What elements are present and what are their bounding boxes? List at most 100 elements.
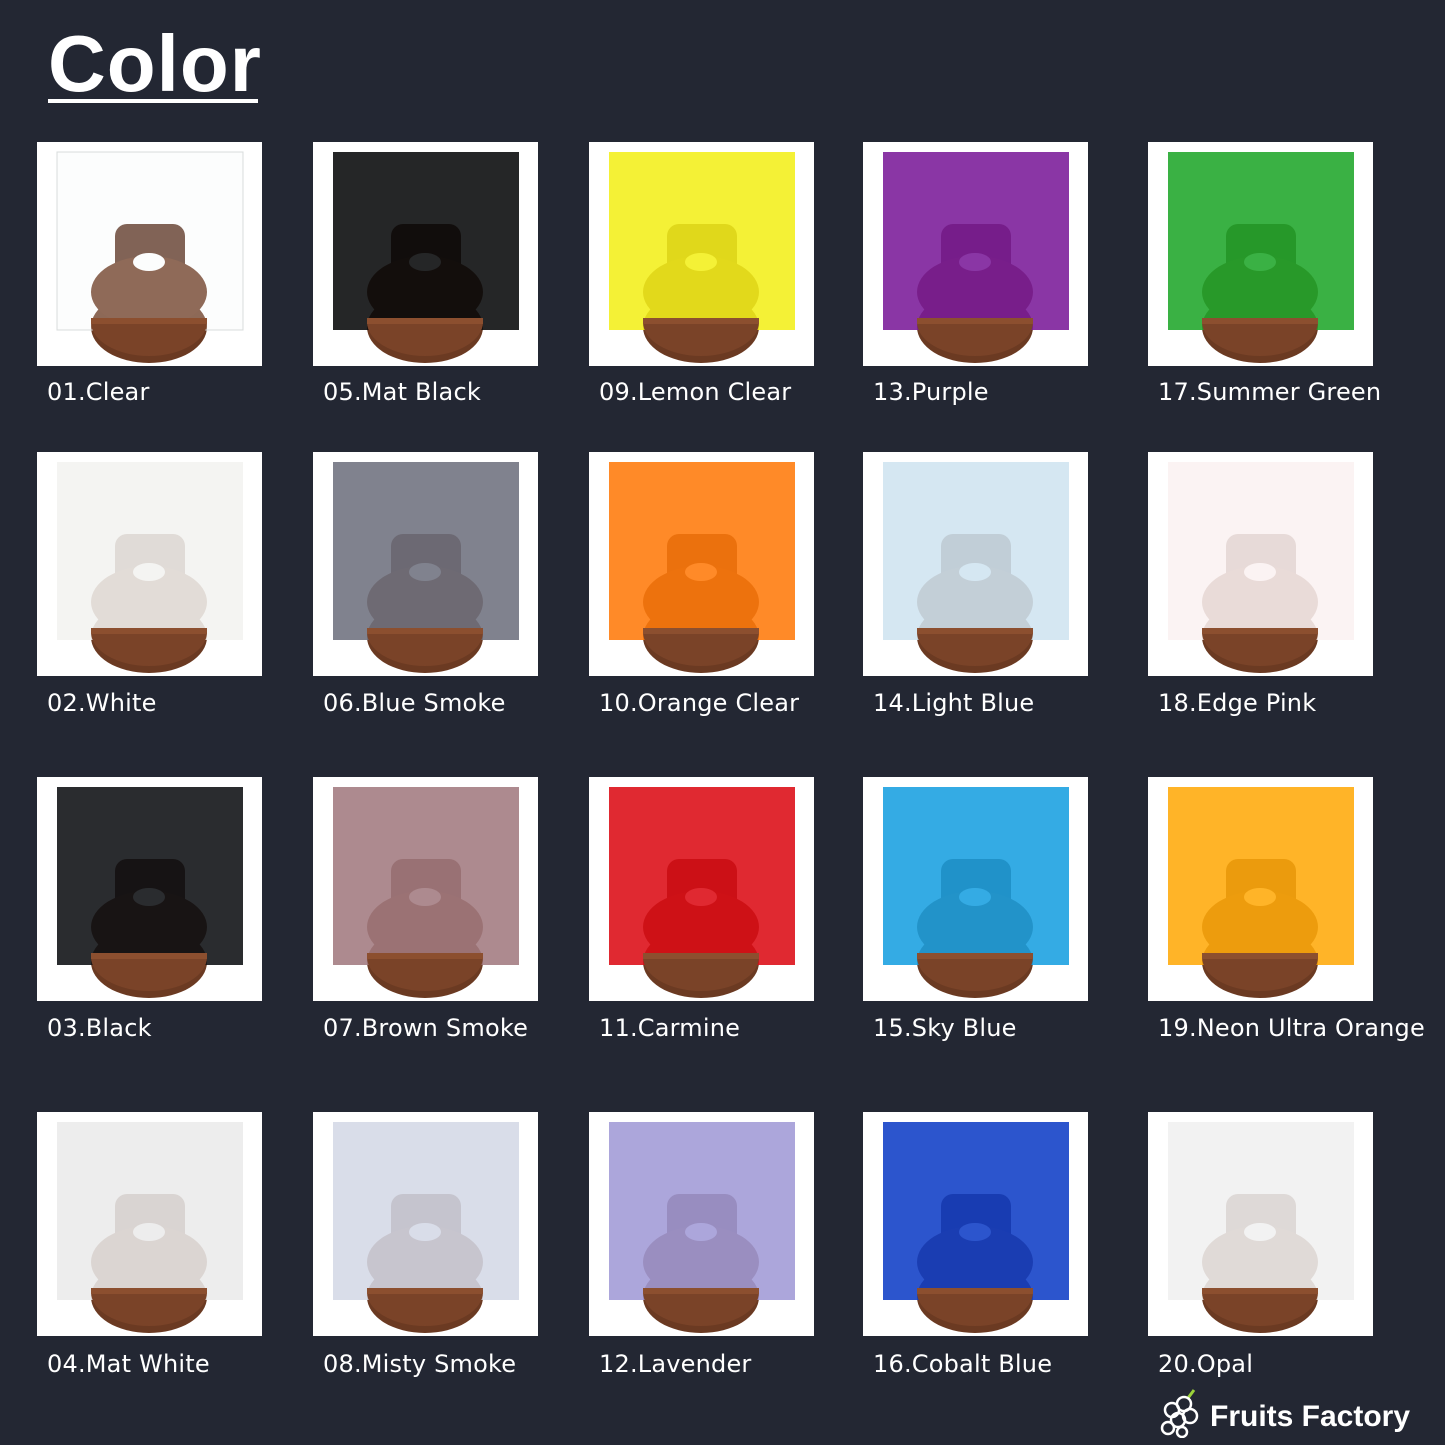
acrylic-panel (57, 462, 243, 640)
acrylic-panel (333, 152, 519, 330)
swatch-label: 15.Sky Blue (873, 1014, 1017, 1042)
swatch-photo (1168, 1122, 1354, 1333)
swatch-neon-ultra-orange (1148, 777, 1373, 1001)
acrylic-panel (609, 152, 795, 330)
swatch-photo (333, 787, 519, 998)
swatch-photo (56, 151, 244, 363)
swatch-photo (609, 1122, 795, 1333)
swatch-label: 19.Neon Ultra Orange (1158, 1014, 1425, 1042)
swatch-photo (333, 462, 519, 673)
swatch-sky-blue (863, 777, 1088, 1001)
brand-name: Fruits Factory (1210, 1400, 1411, 1433)
swatch-lemon-clear (589, 142, 814, 366)
wood-stand-rim (917, 1288, 1033, 1294)
swatch-label: 04.Mat White (47, 1350, 210, 1378)
acrylic-panel (1168, 152, 1354, 330)
swatch-photo (609, 787, 795, 998)
swatch-photo (609, 152, 795, 363)
swatch-photo (1168, 152, 1354, 363)
wood-stand-rim (91, 318, 207, 324)
acrylic-panel (883, 1122, 1069, 1300)
swatch-label: 02.White (47, 689, 157, 717)
swatch-opal (1148, 1112, 1373, 1336)
swatch-lavender (589, 1112, 814, 1336)
swatch-purple (863, 142, 1088, 366)
wood-stand-rim (1202, 318, 1318, 324)
swatch-orange-clear (589, 452, 814, 676)
swatch-blue-smoke (313, 452, 538, 676)
swatch-photo (57, 462, 243, 673)
swatch-label: 05.Mat Black (323, 378, 481, 406)
wood-stand-rim (1202, 628, 1318, 634)
swatch-label: 17.Summer Green (1158, 378, 1382, 406)
swatch-label: 06.Blue Smoke (323, 689, 506, 717)
wood-stand-rim (643, 318, 759, 324)
swatch-label: 08.Misty Smoke (323, 1350, 517, 1378)
swatch-photo (1168, 787, 1354, 998)
swatch-cobalt-blue (863, 1112, 1088, 1336)
acrylic-panel (57, 787, 243, 965)
swatch-carmine (589, 777, 814, 1001)
swatch-white (37, 452, 262, 676)
swatch-light-blue (863, 452, 1088, 676)
wood-stand-rim (91, 1288, 207, 1294)
acrylic-panel (333, 787, 519, 965)
swatch-mat-black (313, 142, 538, 366)
swatch-photo (883, 1122, 1069, 1333)
swatch-clear (37, 142, 262, 366)
wood-stand-rim (643, 628, 759, 634)
swatch-label: 16.Cobalt Blue (873, 1350, 1053, 1378)
acrylic-panel (333, 1122, 519, 1300)
swatch-photo (333, 152, 519, 363)
acrylic-panel (57, 1122, 243, 1300)
acrylic-panel (333, 462, 519, 640)
acrylic-panel (1168, 462, 1354, 640)
swatch-label: 20.Opal (1158, 1350, 1254, 1378)
wood-stand-rim (917, 953, 1033, 959)
wood-stand-rim (1202, 1288, 1318, 1294)
wood-stand-rim (91, 628, 207, 634)
wood-stand-rim (367, 318, 483, 324)
title-underline (48, 99, 258, 103)
page-title: Color (48, 19, 262, 108)
acrylic-panel (609, 462, 795, 640)
swatch-label: 10.Orange Clear (599, 689, 800, 717)
swatch-mat-white (37, 1112, 262, 1336)
acrylic-panel (1168, 787, 1354, 965)
swatch-label: 09.Lemon Clear (599, 378, 792, 406)
swatch-label: 01.Clear (47, 378, 150, 406)
wood-stand-rim (91, 953, 207, 959)
swatch-label: 14.Light Blue (873, 689, 1035, 717)
swatch-photo (1168, 462, 1354, 673)
swatch-label: 03.Black (47, 1014, 152, 1042)
swatch-label: 11.Carmine (599, 1014, 741, 1042)
wood-stand-rim (1202, 953, 1318, 959)
swatch-photo (333, 1122, 519, 1333)
acrylic-panel (609, 1122, 795, 1300)
grape-logo-icon (1160, 1389, 1199, 1438)
wood-stand-rim (367, 953, 483, 959)
acrylic-panel (56, 151, 244, 331)
acrylic-panel (609, 787, 795, 965)
swatch-photo (57, 787, 243, 998)
wood-stand-rim (643, 953, 759, 959)
swatch-label: 12.Lavender (599, 1350, 752, 1378)
acrylic-panel (883, 462, 1069, 640)
swatch-photo (609, 462, 795, 673)
swatch-brown-smoke (313, 777, 538, 1001)
swatch-label: 18.Edge Pink (1158, 689, 1317, 717)
swatch-edge-pink (1148, 452, 1373, 676)
wood-stand-rim (917, 318, 1033, 324)
wood-stand-rim (367, 1288, 483, 1294)
swatch-misty-smoke (313, 1112, 538, 1336)
swatch-black (37, 777, 262, 1001)
acrylic-panel (883, 152, 1069, 330)
swatch-summer-green (1148, 142, 1373, 366)
swatch-label: 07.Brown Smoke (323, 1014, 529, 1042)
wood-stand-rim (367, 628, 483, 634)
swatch-label: 13.Purple (873, 378, 989, 406)
brand-logo: Fruits Factory (1160, 1386, 1440, 1442)
swatch-photo (883, 152, 1069, 363)
swatch-photo (883, 462, 1069, 673)
swatch-photo (57, 1122, 243, 1333)
